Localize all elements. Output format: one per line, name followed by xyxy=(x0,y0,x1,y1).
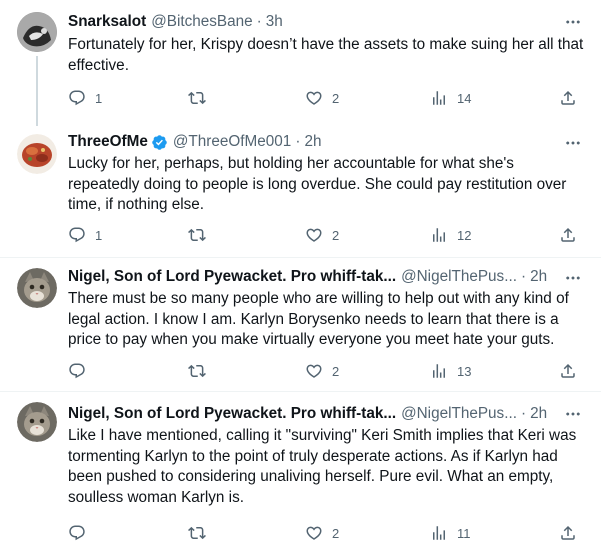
timestamp[interactable]: 2h xyxy=(304,132,321,152)
views-icon xyxy=(430,524,448,542)
reply-button[interactable] xyxy=(68,523,86,543)
more-icon[interactable] xyxy=(563,12,583,32)
like-count: 2 xyxy=(332,363,340,379)
retweet-icon xyxy=(188,226,206,244)
tweet-header: Snarksalot @BitchesBane · 3h xyxy=(68,12,283,32)
tweet[interactable]: ThreeOfMe @ThreeOfMe001 · 2h Lucky for h… xyxy=(0,124,601,258)
like-button[interactable]: 2 xyxy=(305,88,339,108)
tweet-text: Fortunately for her, Krispy doesn’t have… xyxy=(68,36,584,74)
retweet-button[interactable] xyxy=(188,523,206,543)
user-handle[interactable]: @BitchesBane xyxy=(151,12,252,32)
view-count: 14 xyxy=(457,90,472,106)
share-button[interactable] xyxy=(559,88,577,108)
share-button[interactable] xyxy=(559,225,577,245)
like-count: 2 xyxy=(332,227,340,243)
like-button[interactable]: 2 xyxy=(305,225,339,245)
reply-icon xyxy=(68,89,86,107)
tweet-actions: 2 13 xyxy=(68,361,580,381)
tweet-text: Lucky for her, perhaps, but holding her … xyxy=(68,155,567,213)
view-count: 13 xyxy=(457,363,472,379)
views-button[interactable]: 12 xyxy=(430,225,471,245)
reply-count: 1 xyxy=(95,227,103,243)
views-icon xyxy=(430,362,448,380)
share-button[interactable] xyxy=(559,361,577,381)
tweet-header: ThreeOfMe @ThreeOfMe001 · 2h xyxy=(68,132,321,152)
avatar[interactable] xyxy=(17,12,57,52)
reply-icon xyxy=(68,524,86,542)
share-icon xyxy=(559,362,577,380)
more-icon[interactable] xyxy=(563,268,583,288)
avatar[interactable] xyxy=(17,402,57,442)
more-icon[interactable] xyxy=(563,133,583,153)
tweet-header: Nigel, Son of Lord Pyewacket. Pro whiff-… xyxy=(68,267,547,287)
separator-dot: · xyxy=(295,133,301,150)
share-button[interactable] xyxy=(559,523,577,543)
reply-button[interactable] xyxy=(68,361,86,381)
timestamp[interactable]: 2h xyxy=(530,404,547,424)
avatar[interactable] xyxy=(17,134,57,174)
like-icon xyxy=(305,524,323,542)
verified-badge-icon xyxy=(152,134,167,150)
reply-button[interactable]: 1 xyxy=(68,225,102,245)
retweet-button[interactable] xyxy=(188,225,206,245)
display-name[interactable]: Nigel, Son of Lord Pyewacket. Pro whiff-… xyxy=(68,267,396,287)
separator-dot: · xyxy=(520,405,527,422)
views-button[interactable]: 13 xyxy=(430,361,471,381)
separator-dot: · xyxy=(256,13,262,30)
tweet-actions: 2 11 xyxy=(68,523,580,543)
views-button[interactable]: 14 xyxy=(430,88,471,108)
share-icon xyxy=(559,226,577,244)
retweet-icon xyxy=(188,89,206,107)
retweet-icon xyxy=(188,524,206,542)
display-name[interactable]: ThreeOfMe xyxy=(68,132,148,152)
like-icon xyxy=(305,362,323,380)
tweet-actions: 1 2 12 xyxy=(68,225,580,245)
view-count: 12 xyxy=(457,227,472,243)
share-icon xyxy=(559,524,577,542)
separator-dot: · xyxy=(520,268,527,285)
reply-count: 1 xyxy=(95,90,103,106)
thread-line xyxy=(36,56,38,126)
like-count: 2 xyxy=(332,525,340,541)
retweet-icon xyxy=(188,362,206,380)
reply-icon xyxy=(68,226,86,244)
retweet-button[interactable] xyxy=(188,361,206,381)
timestamp[interactable]: 2h xyxy=(530,267,547,287)
reply-icon xyxy=(68,362,86,380)
user-handle[interactable]: @NigelThePus... xyxy=(401,404,517,424)
more-icon[interactable] xyxy=(563,404,583,424)
tweet[interactable]: Nigel, Son of Lord Pyewacket. Pro whiff-… xyxy=(0,258,601,392)
like-icon xyxy=(305,226,323,244)
tweet-header: Nigel, Son of Lord Pyewacket. Pro whiff-… xyxy=(68,404,547,424)
views-icon xyxy=(430,226,448,244)
tweet-actions: 1 2 14 xyxy=(68,88,580,108)
avatar[interactable] xyxy=(17,268,57,308)
tweet-text: Like I have mentioned, calling it "survi… xyxy=(68,427,577,506)
user-handle[interactable]: @NigelThePus... xyxy=(401,267,517,287)
display-name[interactable]: Snarksalot xyxy=(68,12,146,32)
timestamp[interactable]: 3h xyxy=(266,12,283,32)
like-button[interactable]: 2 xyxy=(305,361,339,381)
like-icon xyxy=(305,89,323,107)
view-count: 11 xyxy=(457,525,471,541)
views-button[interactable]: 11 xyxy=(430,523,471,543)
reply-button[interactable]: 1 xyxy=(68,88,102,108)
tweet-text: There must be so many people who are wil… xyxy=(68,290,569,348)
tweet[interactable]: Snarksalot @BitchesBane · 3h Fortunately… xyxy=(0,0,601,126)
tweet[interactable]: Nigel, Son of Lord Pyewacket. Pro whiff-… xyxy=(0,392,601,553)
views-icon xyxy=(430,89,448,107)
display-name[interactable]: Nigel, Son of Lord Pyewacket. Pro whiff-… xyxy=(68,404,396,424)
retweet-button[interactable] xyxy=(188,88,206,108)
share-icon xyxy=(559,89,577,107)
like-button[interactable]: 2 xyxy=(305,523,339,543)
like-count: 2 xyxy=(332,90,340,106)
user-handle[interactable]: @ThreeOfMe001 xyxy=(173,132,291,152)
